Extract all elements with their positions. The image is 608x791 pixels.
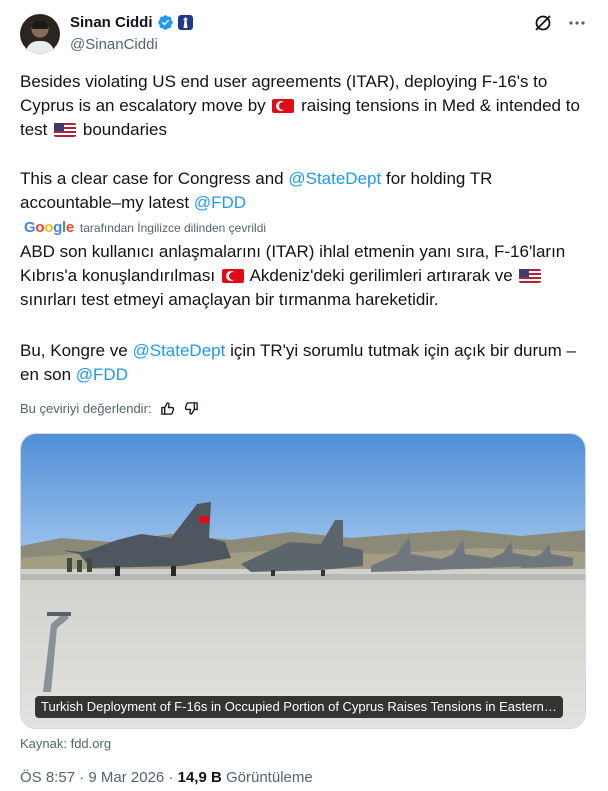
link-card-image[interactable]: Turkish Deployment of F-16s in Occupied … <box>20 433 586 729</box>
author-handle[interactable]: @SinanCiddi <box>70 36 158 53</box>
views-count: 14,9 B <box>177 769 222 786</box>
mention-link[interactable]: @FDD <box>76 365 128 384</box>
link-source[interactable]: Kaynak: fdd.org <box>20 736 111 751</box>
translated-text-paragraph-1: ABD son kullanıcı anlaşmalarını (ITAR) i… <box>20 240 588 312</box>
grok-icon[interactable] <box>532 12 554 34</box>
affiliation-badge-icon[interactable] <box>177 15 193 30</box>
link-card-title[interactable]: Turkish Deployment of F-16s in Occupied … <box>35 696 563 718</box>
mention-link[interactable]: @FDD <box>194 193 246 212</box>
author-name[interactable]: Sinan Ciddi <box>70 14 153 31</box>
mention-link[interactable]: @StateDept <box>132 341 225 360</box>
thumbs-down-icon[interactable] <box>184 400 200 416</box>
translated-text-segment: Akdeniz'deki gerilimleri artırarak ve <box>249 266 513 285</box>
tweet-header: Sinan Ciddi @SinanCiddi <box>20 12 588 56</box>
translation-notice[interactable]: Google tarafından İngilizce dilinden çev… <box>24 219 266 236</box>
name-row: Sinan Ciddi <box>70 14 193 31</box>
translated-text-segment: sınırları test etmeyi amaçlayan bir tırm… <box>20 290 439 309</box>
translated-text-segment: Bu, Kongre ve <box>20 341 128 360</box>
rate-translation-label: Bu çeviriyi değerlendir: <box>20 400 152 416</box>
turkey-flag-icon <box>272 99 295 113</box>
tweet-text-segment: boundaries <box>82 120 167 139</box>
more-icon[interactable] <box>566 12 588 34</box>
google-logo-icon: Google <box>24 219 74 236</box>
meta-separator: · <box>164 769 178 786</box>
translated-text-paragraph-2: Bu, Kongre ve @StateDept için TR'yi soru… <box>20 339 588 387</box>
verified-badge-icon[interactable] <box>157 14 174 31</box>
turkey-flag-icon <box>221 269 244 283</box>
us-flag-icon <box>54 123 77 137</box>
airbase-photo <box>21 434 585 728</box>
us-flag-icon <box>519 269 542 283</box>
tweet-text-paragraph-1: Besides violating US end user agreements… <box>20 70 588 142</box>
rate-translation: Bu çeviriyi değerlendir: <box>20 400 200 416</box>
header-actions <box>532 12 588 34</box>
translation-note: tarafından İngilizce dilinden çevrildi <box>79 220 267 235</box>
tweet-text-paragraph-2: This a clear case for Congress and @Stat… <box>20 167 588 215</box>
meta-separator: · <box>75 769 89 786</box>
views-label: Görüntüleme <box>221 769 313 786</box>
avatar[interactable] <box>20 14 60 54</box>
thumbs-up-icon[interactable] <box>160 400 176 416</box>
avatar-shirt <box>26 41 54 54</box>
tweet-meta: ÖS 8:57 · 9 Mar 2026 · 14,9 B Görüntülem… <box>20 769 313 786</box>
tweet-text-segment: This a clear case for Congress and <box>20 169 284 188</box>
avatar-hair <box>32 21 48 29</box>
tweet-date[interactable]: 9 Mar 2026 <box>88 769 164 786</box>
mention-link[interactable]: @StateDept <box>288 169 381 188</box>
tweet-time[interactable]: ÖS 8:57 <box>20 769 75 786</box>
